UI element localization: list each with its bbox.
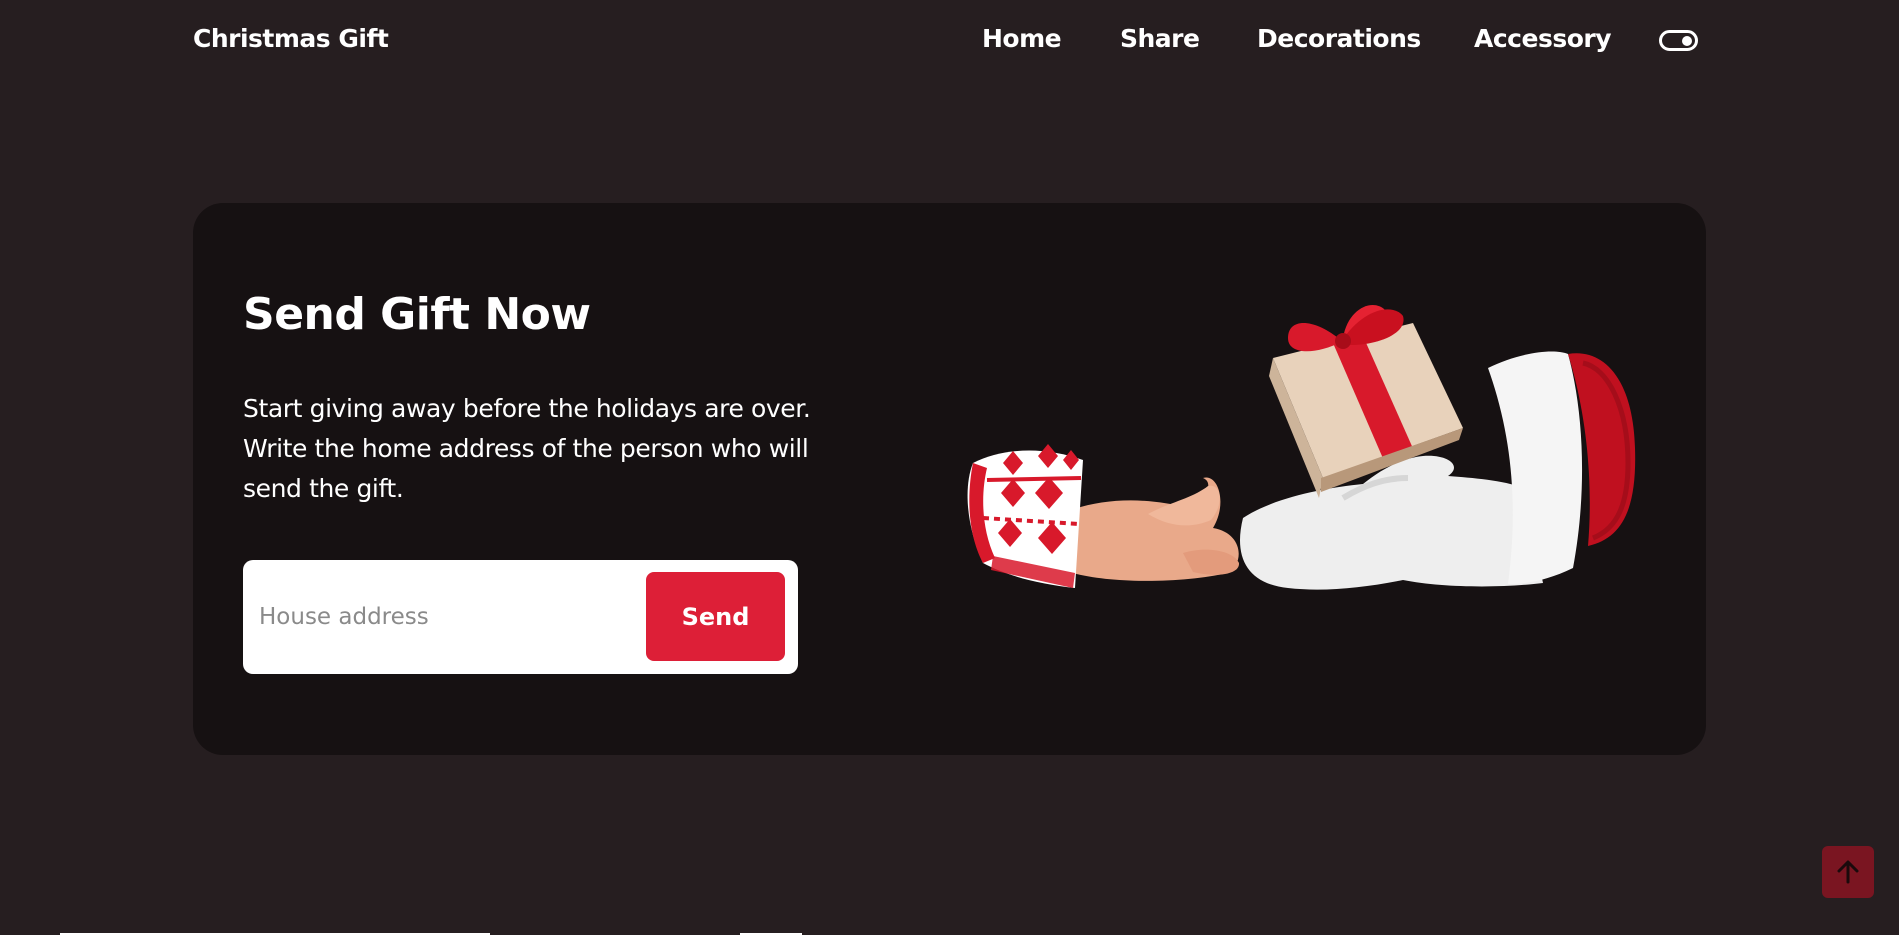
site-header: Christmas Gift Home Share Decorations Ac… — [0, 0, 1899, 97]
arrow-up-icon — [1837, 860, 1859, 884]
description: Start giving away before the holidays ar… — [243, 394, 811, 503]
nav-decorations[interactable]: Decorations — [1257, 24, 1421, 53]
address-form: Send — [243, 560, 798, 674]
send-button[interactable]: Send — [646, 572, 785, 661]
page-title: Send Gift Now — [243, 289, 591, 340]
theme-toggle-icon[interactable] — [1659, 30, 1698, 51]
scroll-top-button[interactable] — [1822, 846, 1874, 898]
send-gift-card: Send Gift Now Start giving away before t… — [193, 203, 1706, 755]
address-input[interactable] — [259, 590, 629, 644]
nav-accessory[interactable]: Accessory — [1474, 24, 1612, 53]
logo[interactable]: Christmas Gift — [193, 24, 389, 53]
left-hand-image — [967, 444, 1240, 588]
gift-hands-illustration — [967, 305, 1636, 590]
nav-share[interactable]: Share — [1120, 24, 1200, 53]
toggle-knob — [1682, 36, 1692, 46]
nav-home[interactable]: Home — [982, 24, 1062, 53]
